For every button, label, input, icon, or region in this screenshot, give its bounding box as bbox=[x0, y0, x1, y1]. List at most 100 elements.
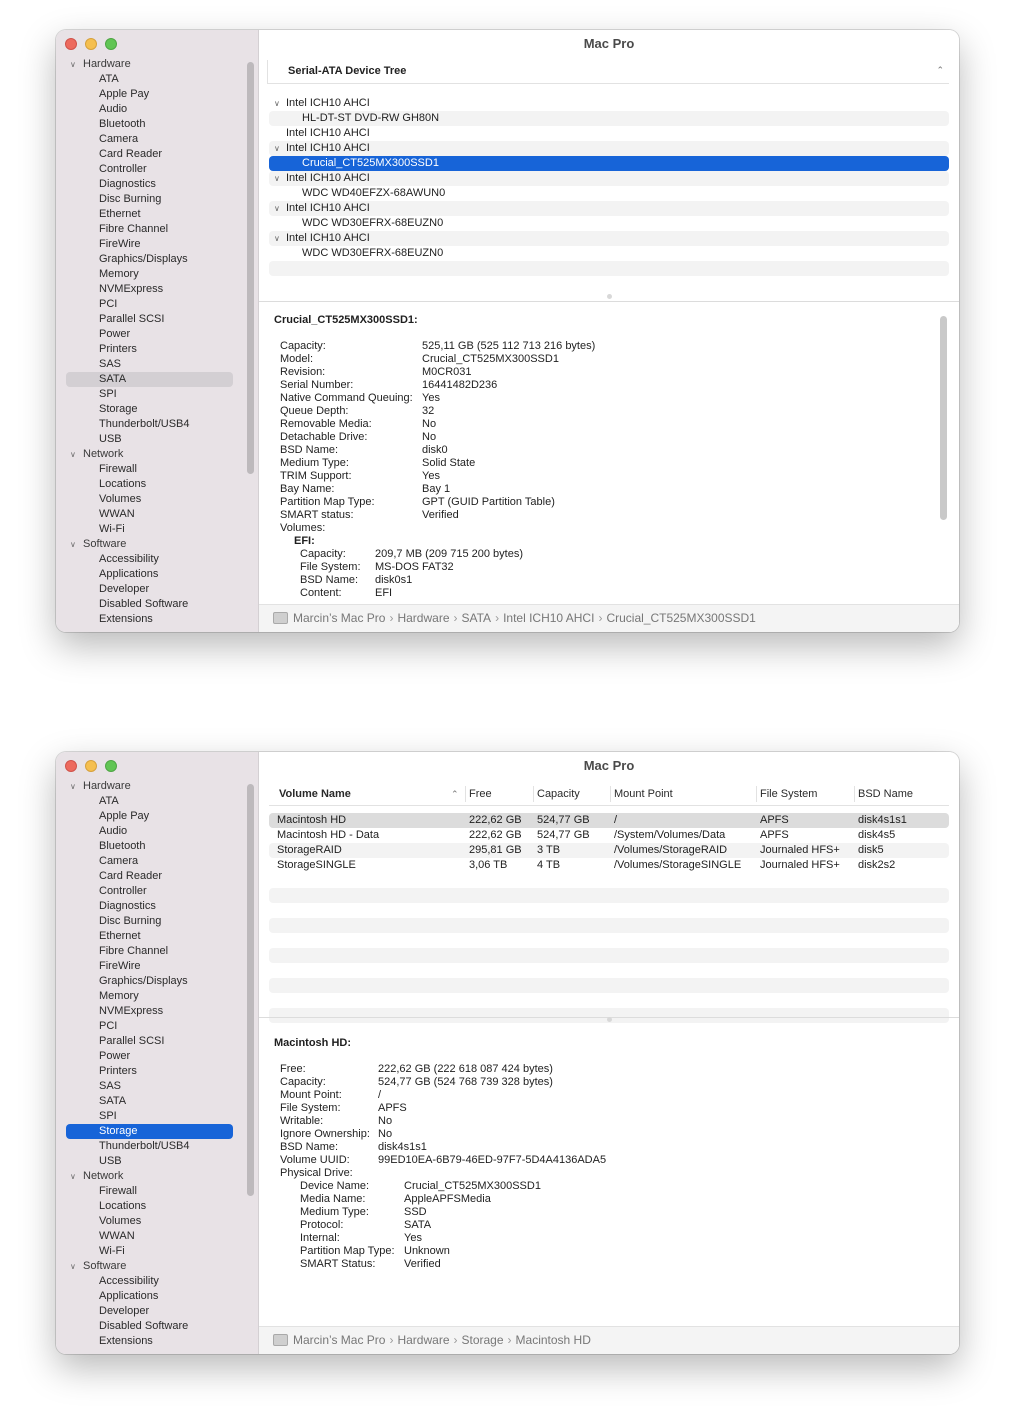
sidebar-item-firewire[interactable]: FireWire bbox=[56, 237, 241, 252]
sidebar-item-usb[interactable]: USB bbox=[56, 1154, 241, 1169]
column-divider[interactable] bbox=[465, 786, 466, 802]
sidebar-item-sata[interactable]: SATA bbox=[66, 372, 233, 387]
sidebar-item-developer[interactable]: Developer bbox=[56, 582, 241, 597]
sidebar-item-volumes[interactable]: Volumes bbox=[56, 1214, 241, 1229]
sidebar-item-printers[interactable]: Printers bbox=[56, 342, 241, 357]
sidebar-item-accessibility[interactable]: Accessibility bbox=[56, 552, 241, 567]
sidebar-category-software[interactable]: ∨ Software bbox=[56, 537, 241, 552]
sidebar-item-card-reader[interactable]: Card Reader bbox=[56, 869, 241, 884]
sidebar-item-volumes[interactable]: Volumes bbox=[56, 492, 241, 507]
sidebar-item-printers[interactable]: Printers bbox=[56, 1064, 241, 1079]
table-row[interactable]: StorageRAID 295,81 GB 3 TB/Volumes/Storage… bbox=[269, 843, 949, 858]
sidebar-item-memory[interactable]: Memory bbox=[56, 989, 241, 1004]
sidebar-item-card-reader[interactable]: Card Reader bbox=[56, 147, 241, 162]
sidebar-scrollbar[interactable] bbox=[247, 784, 254, 1196]
path-component[interactable]: Macintosh HD bbox=[516, 1333, 591, 1347]
zoom-icon[interactable] bbox=[105, 760, 117, 772]
sidebar-item-memory[interactable]: Memory bbox=[56, 267, 241, 282]
column-header-volume-name[interactable]: Volume Name bbox=[279, 788, 351, 800]
sidebar-item-disc-burning[interactable]: Disc Burning bbox=[56, 914, 241, 929]
sidebar-item-storage[interactable]: Storage bbox=[56, 402, 241, 417]
sidebar-item-pci[interactable]: PCI bbox=[56, 297, 241, 312]
sidebar-category-software[interactable]: ∨ Software bbox=[56, 1259, 241, 1274]
sidebar-item-pci[interactable]: PCI bbox=[56, 1019, 241, 1034]
sidebar-item-bluetooth[interactable]: Bluetooth bbox=[56, 839, 241, 854]
table-row[interactable]: Macintosh HD 222,62 GB 524,77 GB / APFS disk4… bbox=[269, 813, 949, 828]
sidebar-item-apple-pay[interactable]: Apple Pay bbox=[56, 809, 241, 824]
minimize-icon[interactable] bbox=[85, 760, 97, 772]
sidebar-item-applications[interactable]: Applications bbox=[56, 1289, 241, 1304]
sidebar-item-spi[interactable]: SPI bbox=[56, 1109, 241, 1124]
sidebar-item-parallel-scsi[interactable]: Parallel SCSI bbox=[56, 1034, 241, 1049]
sidebar-item-ata[interactable]: ATA bbox=[56, 794, 241, 809]
sidebar-item-apple-pay[interactable]: Apple Pay bbox=[56, 87, 241, 102]
column-divider[interactable] bbox=[610, 786, 611, 802]
sidebar-item-nvmexpress[interactable]: NVMExpress bbox=[56, 282, 241, 297]
sidebar-item-controller[interactable]: Controller bbox=[56, 884, 241, 899]
split-handle[interactable] bbox=[607, 1017, 612, 1022]
chevron-down-icon[interactable]: ∨ bbox=[274, 141, 280, 156]
sidebar-item-clipped[interactable] bbox=[56, 1349, 241, 1354]
chevron-down-icon[interactable]: ∨ bbox=[70, 779, 76, 794]
chevron-down-icon[interactable]: ∨ bbox=[70, 1259, 76, 1274]
sidebar-item-nvmexpress[interactable]: NVMExpress bbox=[56, 1004, 241, 1019]
sidebar-item-graphics-displays[interactable]: Graphics/Displays bbox=[56, 974, 241, 989]
zoom-icon[interactable] bbox=[105, 38, 117, 50]
tree-row[interactable]: Intel ICH10 AHCI bbox=[269, 126, 949, 141]
sidebar-item-spi[interactable]: SPI bbox=[56, 387, 241, 402]
chevron-down-icon[interactable]: ∨ bbox=[274, 201, 280, 216]
sidebar-item-thunderbolt-usb4[interactable]: Thunderbolt/USB4 bbox=[56, 417, 241, 432]
table-row[interactable]: StorageSINGLE 3,06 TB 4 TB/Volumes/Storage… bbox=[269, 858, 949, 873]
sidebar-item-firewall[interactable]: Firewall bbox=[56, 1184, 241, 1199]
column-divider[interactable] bbox=[756, 786, 757, 802]
tree-row[interactable]: WDC WD30EFRX-68EUZN0 bbox=[269, 216, 949, 231]
sidebar-item-disabled-software[interactable]: Disabled Software bbox=[56, 1319, 241, 1334]
path-component[interactable]: SATA bbox=[462, 611, 492, 625]
sidebar-item-applications[interactable]: Applications bbox=[56, 567, 241, 582]
sidebar-item-sata[interactable]: SATA bbox=[56, 1094, 241, 1109]
sidebar-item-locations[interactable]: Locations bbox=[56, 477, 241, 492]
sidebar-category-network[interactable]: ∨ Network bbox=[56, 447, 241, 462]
sidebar-item-audio[interactable]: Audio bbox=[56, 102, 241, 117]
sidebar-item-disc-burning[interactable]: Disc Burning bbox=[56, 192, 241, 207]
column-header-file-system[interactable]: File System bbox=[760, 788, 817, 800]
sidebar-category-network[interactable]: ∨ Network bbox=[56, 1169, 241, 1184]
tree-row[interactable]: WDC WD40EFZX-68AWUN0 bbox=[269, 186, 949, 201]
sidebar-item-wwan[interactable]: WWAN bbox=[56, 1229, 241, 1244]
sidebar-item-wi-fi[interactable]: Wi-Fi bbox=[56, 1244, 241, 1259]
sidebar-item-clipped[interactable] bbox=[56, 627, 241, 632]
sidebar-item-firewire[interactable]: FireWire bbox=[56, 959, 241, 974]
detail-scrollbar[interactable] bbox=[940, 316, 947, 520]
column-divider[interactable] bbox=[533, 786, 534, 802]
sidebar-item-usb[interactable]: USB bbox=[56, 432, 241, 447]
path-component[interactable]: Hardware bbox=[397, 611, 449, 625]
sidebar-item-power[interactable]: Power bbox=[56, 327, 241, 342]
sidebar-item-audio[interactable]: Audio bbox=[56, 824, 241, 839]
sidebar-category-hardware[interactable]: ∨ Hardware bbox=[56, 779, 241, 794]
sidebar-item-diagnostics[interactable]: Diagnostics bbox=[56, 899, 241, 914]
tree-row[interactable]: ∨ Intel ICH10 AHCI bbox=[269, 171, 949, 186]
tree-row[interactable]: WDC WD30EFRX-68EUZN0 bbox=[269, 246, 949, 261]
sidebar-item-disabled-software[interactable]: Disabled Software bbox=[56, 597, 241, 612]
path-component[interactable]: Marcin’s Mac Pro bbox=[293, 611, 385, 625]
column-header-mount-point[interactable]: Mount Point bbox=[614, 788, 673, 800]
sidebar-item-firewall[interactable]: Firewall bbox=[56, 462, 241, 477]
chevron-down-icon[interactable]: ∨ bbox=[274, 171, 280, 186]
sidebar-item-extensions[interactable]: Extensions bbox=[56, 612, 241, 627]
sidebar-item-diagnostics[interactable]: Diagnostics bbox=[56, 177, 241, 192]
sidebar-item-graphics-displays[interactable]: Graphics/Displays bbox=[56, 252, 241, 267]
split-divider[interactable] bbox=[259, 301, 959, 302]
sidebar-item-fibre-channel[interactable]: Fibre Channel bbox=[56, 222, 241, 237]
tree-row[interactable]: Crucial_CT525MX300SSD1 bbox=[269, 156, 949, 171]
device-tree-header[interactable]: Serial-ATA Device Tree ⌃ bbox=[267, 60, 949, 84]
chevron-down-icon[interactable]: ∨ bbox=[70, 537, 76, 552]
column-header-free[interactable]: Free bbox=[469, 788, 492, 800]
sidebar-item-storage[interactable]: Storage bbox=[66, 1124, 233, 1139]
close-icon[interactable] bbox=[65, 760, 77, 772]
sidebar-item-power[interactable]: Power bbox=[56, 1049, 241, 1064]
chevron-down-icon[interactable]: ∨ bbox=[70, 57, 76, 72]
sidebar-item-wwan[interactable]: WWAN bbox=[56, 507, 241, 522]
sidebar-item-ethernet[interactable]: Ethernet bbox=[56, 207, 241, 222]
close-icon[interactable] bbox=[65, 38, 77, 50]
tree-row[interactable]: ∨ Intel ICH10 AHCI bbox=[269, 141, 949, 156]
